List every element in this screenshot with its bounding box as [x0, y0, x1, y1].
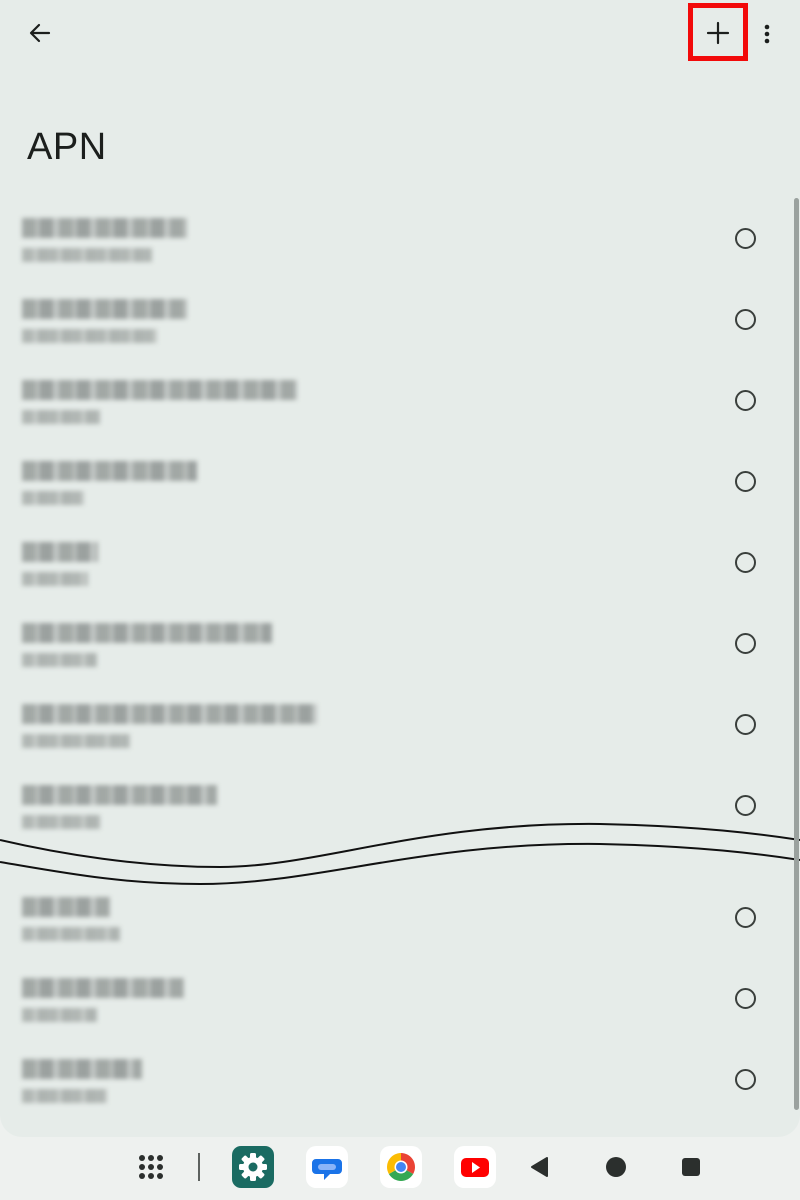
- home-nav-icon: [606, 1157, 626, 1177]
- radio-unchecked-icon[interactable]: [735, 309, 756, 330]
- app-drawer-button[interactable]: [129, 1145, 173, 1189]
- apn-screen: APN: [0, 0, 800, 1137]
- radio-unchecked-icon[interactable]: [735, 1069, 756, 1090]
- more-options-button[interactable]: [754, 14, 780, 54]
- apn-name-obscured: [22, 218, 187, 238]
- apn-name-obscured: [22, 380, 297, 400]
- recents-nav-icon: [682, 1158, 700, 1176]
- apn-list-item[interactable]: [0, 686, 790, 766]
- apn-list-item[interactable]: [0, 200, 790, 280]
- youtube-app-icon: [454, 1146, 496, 1188]
- apn-address-obscured: [22, 572, 88, 586]
- apn-list-item[interactable]: [0, 960, 790, 1040]
- apn-address-obscured: [22, 734, 130, 748]
- apn-name-obscured: [22, 461, 197, 481]
- settings-app-button[interactable]: [231, 1145, 275, 1189]
- apn-list-item[interactable]: [0, 443, 790, 523]
- radio-unchecked-icon[interactable]: [735, 907, 756, 928]
- apn-list-item[interactable]: [0, 524, 790, 604]
- page-title: APN: [27, 126, 107, 168]
- apn-name-obscured: [22, 704, 317, 724]
- messages-app-button[interactable]: [305, 1145, 349, 1189]
- youtube-app-button[interactable]: [453, 1145, 497, 1189]
- apn-name-obscured: [22, 897, 110, 917]
- home-nav-button[interactable]: [594, 1145, 638, 1189]
- chrome-app-icon: [380, 1146, 422, 1188]
- apn-name-obscured: [22, 299, 187, 319]
- apn-name-obscured: [22, 542, 98, 562]
- apn-address-obscured: [22, 1008, 97, 1022]
- apn-list-item[interactable]: [0, 362, 790, 442]
- settings-app-icon: [232, 1146, 274, 1188]
- radio-unchecked-icon[interactable]: [735, 552, 756, 573]
- back-nav-icon: [531, 1157, 548, 1177]
- messages-app-icon: [306, 1146, 348, 1188]
- apn-address-obscured: [22, 248, 152, 262]
- arrow-back-icon: [29, 23, 51, 43]
- apn-name-obscured: [22, 1059, 142, 1079]
- apn-address-obscured: [22, 491, 84, 505]
- apn-name-obscured: [22, 978, 184, 998]
- apn-address-obscured: [22, 329, 157, 343]
- recents-nav-button[interactable]: [669, 1145, 713, 1189]
- apn-list-item[interactable]: [0, 605, 790, 685]
- apn-address-obscured: [22, 1089, 107, 1103]
- more-vert-icon: [764, 24, 770, 44]
- apn-list-item[interactable]: [0, 879, 790, 959]
- apn-list-item[interactable]: [0, 1041, 790, 1121]
- radio-unchecked-icon[interactable]: [735, 988, 756, 1009]
- add-apn-button[interactable]: [688, 3, 748, 61]
- chrome-app-button[interactable]: [379, 1145, 423, 1189]
- back-nav-button[interactable]: [518, 1145, 562, 1189]
- add-icon: [706, 21, 730, 45]
- apn-address-obscured: [22, 653, 97, 667]
- radio-unchecked-icon[interactable]: [735, 471, 756, 492]
- radio-unchecked-icon[interactable]: [735, 390, 756, 411]
- radio-unchecked-icon[interactable]: [735, 633, 756, 654]
- taskbar-divider: [198, 1153, 200, 1181]
- apn-address-obscured: [22, 927, 120, 941]
- apn-address-obscured: [22, 410, 100, 424]
- top-app-bar: [0, 0, 800, 70]
- back-button[interactable]: [20, 14, 60, 54]
- apn-list-item[interactable]: [0, 281, 790, 361]
- radio-unchecked-icon[interactable]: [735, 714, 756, 735]
- taskbar: [0, 1137, 800, 1200]
- radio-unchecked-icon[interactable]: [735, 228, 756, 249]
- apn-name-obscured: [22, 785, 217, 805]
- apn-name-obscured: [22, 623, 272, 643]
- scrollbar[interactable]: [794, 198, 799, 1110]
- app-drawer-icon: [139, 1155, 163, 1179]
